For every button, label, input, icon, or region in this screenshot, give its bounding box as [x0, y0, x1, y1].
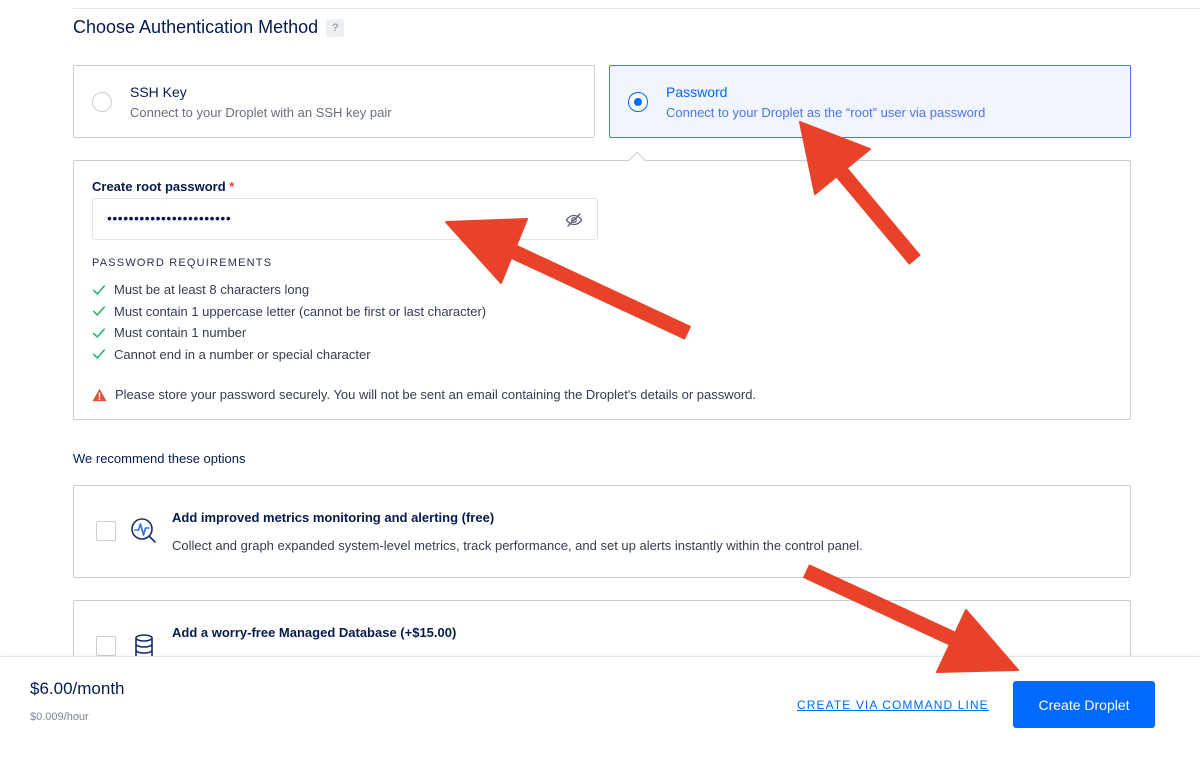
auth-option-ssh-key[interactable]: SSH Key Connect to your Droplet with an … — [73, 65, 595, 138]
password-option-title: Password — [666, 84, 728, 100]
eye-slash-icon[interactable] — [565, 211, 583, 229]
root-password-label-text: Create root password — [92, 179, 226, 194]
database-option-title: Add a worry-free Managed Database (+$15.… — [172, 625, 457, 640]
create-droplet-button[interactable]: Create Droplet — [1013, 681, 1155, 728]
requirement-item: Must be at least 8 characters long — [92, 279, 486, 301]
footer-bar: $6.00/month $0.009/hour CREATE VIA COMMA… — [0, 656, 1200, 759]
auth-section-title: Choose Authentication Method ? — [73, 17, 345, 38]
ssh-key-title: SSH Key — [130, 84, 187, 100]
password-panel: Create root password * •••••••••••••••••… — [73, 151, 1131, 420]
requirement-text: Must contain 1 number — [114, 325, 247, 341]
database-checkbox[interactable] — [96, 636, 116, 656]
auth-section-title-text: Choose Authentication Method — [73, 17, 319, 37]
requirement-text: Must contain 1 uppercase letter (cannot … — [114, 303, 487, 319]
metrics-checkbox[interactable] — [96, 521, 116, 541]
top-divider — [73, 8, 1200, 9]
root-password-label: Create root password * — [92, 179, 234, 194]
password-warning: Please store your password securely. You… — [92, 387, 756, 402]
password-warning-text: Please store your password securely. You… — [115, 387, 757, 402]
requirement-item: Must contain 1 uppercase letter (cannot … — [92, 301, 486, 323]
metrics-option-title: Add improved metrics monitoring and aler… — [172, 510, 495, 525]
requirement-item: Must contain 1 number — [92, 322, 486, 344]
recommendations-title: We recommend these options — [73, 451, 246, 466]
create-via-command-line-link[interactable]: CREATE VIA COMMAND LINE — [797, 698, 989, 712]
password-radio[interactable] — [628, 92, 648, 112]
metrics-option-description: Collect and graph expanded system-level … — [172, 538, 863, 553]
requirement-item: Cannot end in a number or special charac… — [92, 344, 486, 366]
password-masked-value: ••••••••••••••••••••••• — [107, 210, 232, 226]
required-mark: * — [229, 179, 235, 194]
requirements-list: Must be at least 8 characters long Must … — [92, 279, 486, 365]
requirement-text: Cannot end in a number or special charac… — [114, 346, 371, 362]
requirement-text: Must be at least 8 characters long — [114, 282, 310, 298]
warning-triangle-icon — [92, 388, 107, 401]
auth-option-password[interactable]: Password Connect to your Droplet as the … — [609, 65, 1131, 138]
option-metrics-monitoring[interactable]: Add improved metrics monitoring and aler… — [73, 485, 1131, 578]
ssh-key-radio[interactable] — [92, 92, 112, 112]
metrics-magnifier-icon — [131, 518, 156, 543]
password-option-description: Connect to your Droplet as the “root” us… — [666, 105, 986, 120]
monthly-price: $6.00/month — [30, 679, 125, 698]
ssh-key-description: Connect to your Droplet with an SSH key … — [130, 105, 392, 120]
check-icon — [92, 306, 106, 316]
help-icon[interactable]: ? — [326, 18, 345, 37]
panel-notch — [628, 151, 646, 169]
check-icon — [92, 349, 106, 359]
check-icon — [92, 328, 106, 338]
root-password-input[interactable]: ••••••••••••••••••••••• — [92, 198, 598, 240]
requirements-heading: PASSWORD REQUIREMENTS — [92, 257, 273, 269]
check-icon — [92, 285, 106, 295]
hourly-price: $0.009/hour — [30, 711, 89, 723]
